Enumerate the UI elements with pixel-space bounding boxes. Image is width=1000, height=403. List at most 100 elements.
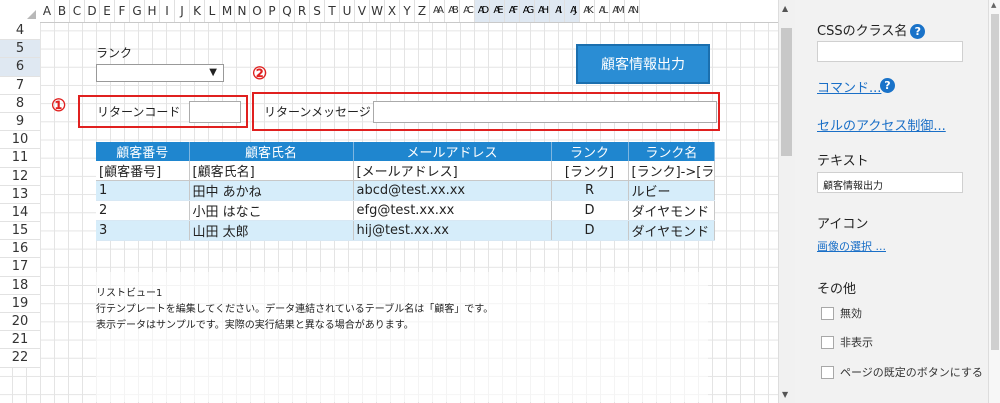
table-cell[interactable]: hij@test.xx.xx	[353, 220, 552, 241]
table-row[interactable]: 1 田中 あかね abcd@test.xx.xx R ルビー	[96, 180, 716, 201]
column-header[interactable]: D	[85, 0, 100, 22]
select-all-corner[interactable]	[0, 0, 40, 22]
row-header[interactable]: 10	[0, 131, 40, 150]
column-header[interactable]: X	[385, 0, 400, 22]
header-rank-name[interactable]: ランク名	[628, 142, 716, 161]
column-header[interactable]: U	[340, 0, 355, 22]
row-header[interactable]: 15	[0, 222, 40, 241]
column-header[interactable]: AC	[460, 0, 475, 22]
column-header[interactable]: AI	[550, 0, 565, 22]
column-header[interactable]: R	[295, 0, 310, 22]
column-header[interactable]: I	[160, 0, 175, 22]
table-cell[interactable]: 山田 太郎	[189, 220, 354, 241]
template-row[interactable]: [顧客番号] [顧客氏名] [メールアドレス] [ランク] [ランク]->[ラ	[96, 161, 716, 181]
column-header[interactable]: AD	[475, 0, 490, 22]
table-cell[interactable]: 1	[96, 180, 190, 201]
column-header[interactable]: S	[310, 0, 325, 22]
column-header[interactable]: F	[115, 0, 130, 22]
row-header[interactable]: 17	[0, 258, 40, 277]
header-customer-name[interactable]: 顧客氏名	[189, 142, 354, 161]
column-header[interactable]: O	[250, 0, 265, 22]
scrollbar-thumb[interactable]	[991, 14, 999, 350]
header-customer-number[interactable]: 顧客番号	[96, 142, 190, 161]
table-cell[interactable]: D	[551, 220, 629, 241]
table-cell[interactable]: 田中 あかね	[189, 180, 354, 201]
column-header[interactable]: K	[190, 0, 205, 22]
sheet-vertical-scrollbar[interactable]: ▲ ▼	[778, 0, 795, 403]
checkbox-icon[interactable]	[821, 306, 834, 320]
column-header[interactable]: H	[145, 0, 160, 22]
row-header[interactable]: 4	[0, 22, 40, 41]
row-header[interactable]: 14	[0, 203, 40, 223]
column-header[interactable]: C	[70, 0, 85, 22]
table-cell[interactable]: [ランク]->[ラ	[628, 161, 716, 181]
column-header[interactable]: G	[130, 0, 145, 22]
rank-dropdown[interactable]: ▼	[96, 64, 224, 82]
table-cell[interactable]: R	[551, 180, 629, 201]
return-code-field[interactable]	[189, 101, 241, 123]
table-cell[interactable]: 2	[96, 200, 190, 221]
table-row[interactable]: 3 山田 太郎 hij@test.xx.xx D ダイヤモンド	[96, 220, 716, 241]
column-header[interactable]: AM	[610, 0, 625, 22]
default-button-checkbox[interactable]: ページの既定のボタンにする	[821, 364, 983, 380]
table-cell[interactable]: [顧客番号]	[96, 161, 190, 181]
column-header[interactable]: E	[100, 0, 115, 22]
table-cell[interactable]: ダイヤモンド	[628, 220, 716, 241]
column-header[interactable]: N	[235, 0, 250, 22]
column-header[interactable]: AA	[430, 0, 445, 22]
table-cell[interactable]: [ランク]	[551, 161, 629, 181]
row-header[interactable]: 6	[0, 58, 40, 77]
help-icon[interactable]: ?	[910, 24, 926, 39]
scrollbar-thumb[interactable]	[781, 28, 792, 156]
row-header[interactable]: 11	[0, 149, 40, 168]
table-cell[interactable]: [メールアドレス]	[353, 161, 552, 181]
table-cell[interactable]: D	[551, 200, 629, 221]
column-header[interactable]: Q	[280, 0, 295, 22]
scroll-up-icon[interactable]: ▲	[991, 1, 996, 9]
checkbox-icon[interactable]	[821, 335, 834, 349]
table-cell[interactable]: [顧客氏名]	[189, 161, 354, 181]
row-header[interactable]: 19	[0, 294, 40, 313]
row-header[interactable]: 21	[0, 331, 40, 350]
cell-access-control-link[interactable]: セルのアクセス制御...	[817, 115, 946, 134]
row-header[interactable]: 22	[0, 349, 40, 368]
text-input[interactable]: 顧客情報出力	[817, 172, 963, 193]
column-header[interactable]: AJ	[565, 0, 580, 22]
panel-vertical-scrollbar[interactable]: ▲	[988, 0, 1000, 403]
column-header[interactable]: V	[355, 0, 370, 22]
column-header[interactable]: AF	[505, 0, 520, 22]
export-customer-button[interactable]: 顧客情報出力	[576, 44, 710, 84]
header-email[interactable]: メールアドレス	[353, 142, 552, 161]
table-cell[interactable]: efg@test.xx.xx	[353, 200, 552, 221]
column-header[interactable]: B	[55, 0, 70, 22]
column-header[interactable]: J	[175, 0, 190, 22]
table-cell[interactable]: 3	[96, 220, 190, 241]
css-class-input[interactable]	[817, 41, 963, 62]
row-header[interactable]: 20	[0, 313, 40, 332]
checkbox-icon[interactable]	[821, 365, 834, 379]
list-view[interactable]: 顧客番号 顧客氏名 メールアドレス ランク ランク名 [顧客番号] [顧客氏名]…	[96, 142, 716, 241]
row-header[interactable]: 13	[0, 185, 40, 204]
table-cell[interactable]: abcd@test.xx.xx	[353, 180, 552, 201]
table-cell[interactable]: ダイヤモンド	[628, 200, 716, 221]
row-header[interactable]: 12	[0, 167, 40, 186]
disabled-checkbox[interactable]: 無効	[821, 305, 862, 321]
column-header[interactable]: T	[325, 0, 340, 22]
row-header[interactable]: 8	[0, 94, 40, 113]
hidden-checkbox[interactable]: 非表示	[821, 334, 873, 350]
column-header[interactable]: AN	[625, 0, 640, 22]
table-cell[interactable]: 小田 はなこ	[189, 200, 354, 221]
return-message-field[interactable]	[373, 101, 717, 123]
column-header[interactable]: W	[370, 0, 385, 22]
column-header[interactable]: Z	[415, 0, 430, 22]
table-cell[interactable]: ルビー	[628, 180, 716, 201]
column-header[interactable]: AL	[595, 0, 610, 22]
row-header[interactable]: 7	[0, 76, 40, 95]
help-icon[interactable]: ?	[880, 78, 895, 93]
column-header[interactable]: AK	[580, 0, 595, 22]
row-header[interactable]: 9	[0, 112, 40, 132]
row-header[interactable]: 5	[0, 40, 40, 59]
column-header[interactable]: AH	[535, 0, 550, 22]
column-header[interactable]: A	[40, 0, 55, 22]
column-header[interactable]: L	[205, 0, 220, 22]
